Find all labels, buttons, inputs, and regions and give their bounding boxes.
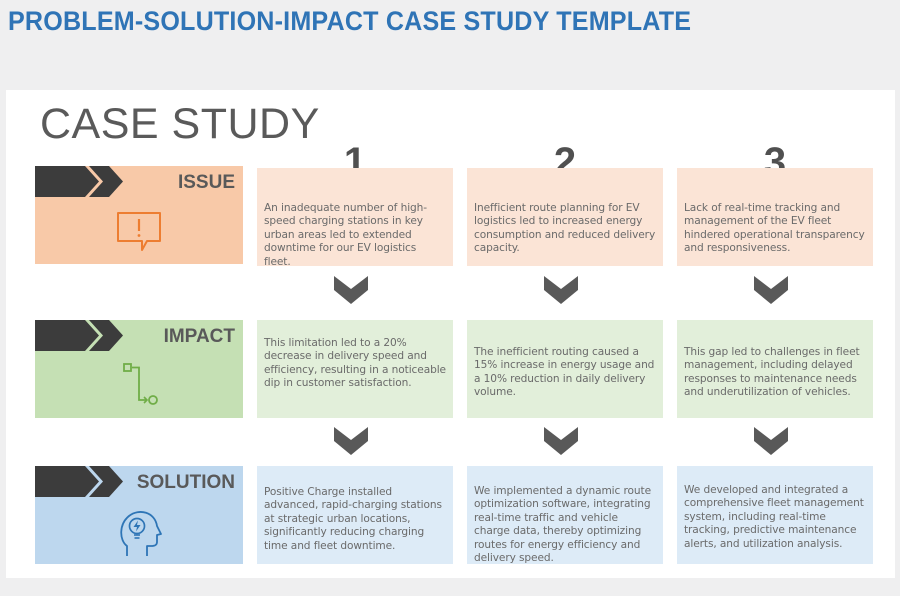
chevron-down-icon [544,427,578,455]
chevron-down-icon [754,276,788,304]
double-chevron-arrow-icon [35,166,123,197]
double-chevron-arrow-icon [35,466,123,497]
page-title: PROBLEM-SOLUTION-IMPACT CASE STUDY TEMPL… [8,6,692,36]
row-label-solution: SOLUTION [35,466,243,564]
row-label-text: ISSUE [177,172,235,193]
chevron-down-icon [334,427,368,455]
impact-cell-1: This limitation led to a 20% decrease in… [257,320,453,418]
solution-cell-2: We implemented a dynamic route optimizat… [467,466,663,564]
solution-cell-3: We developed and integrated a comprehens… [677,466,873,564]
head-lightbulb-icon [120,511,162,556]
solution-cell-1: Positive Charge installed advanced, rapi… [257,466,453,564]
row-label-impact: IMPACT [35,320,243,418]
double-chevron-arrow-icon [35,320,123,351]
impact-cell-2: The inefficient routing caused a 15% inc… [467,320,663,418]
impact-cell-3: This gap led to challenges in fleet mana… [677,320,873,418]
issue-cell-1: An inadequate number of high-speed charg… [257,168,453,268]
row-label-text: IMPACT [163,326,235,347]
chevron-down-icon [544,276,578,304]
row-label-issue: ISSUE [35,166,243,264]
issue-cell-3: Lack of real-time tracking and managemen… [677,168,873,266]
flow-path-icon [123,363,158,405]
issue-cell-2: Inefficient route planning for EV logist… [467,168,663,266]
chevron-down-icon [334,276,368,304]
chevron-down-icon [754,427,788,455]
row-label-text: SOLUTION [136,472,235,493]
speech-bubble-exclamation-icon [117,212,161,251]
